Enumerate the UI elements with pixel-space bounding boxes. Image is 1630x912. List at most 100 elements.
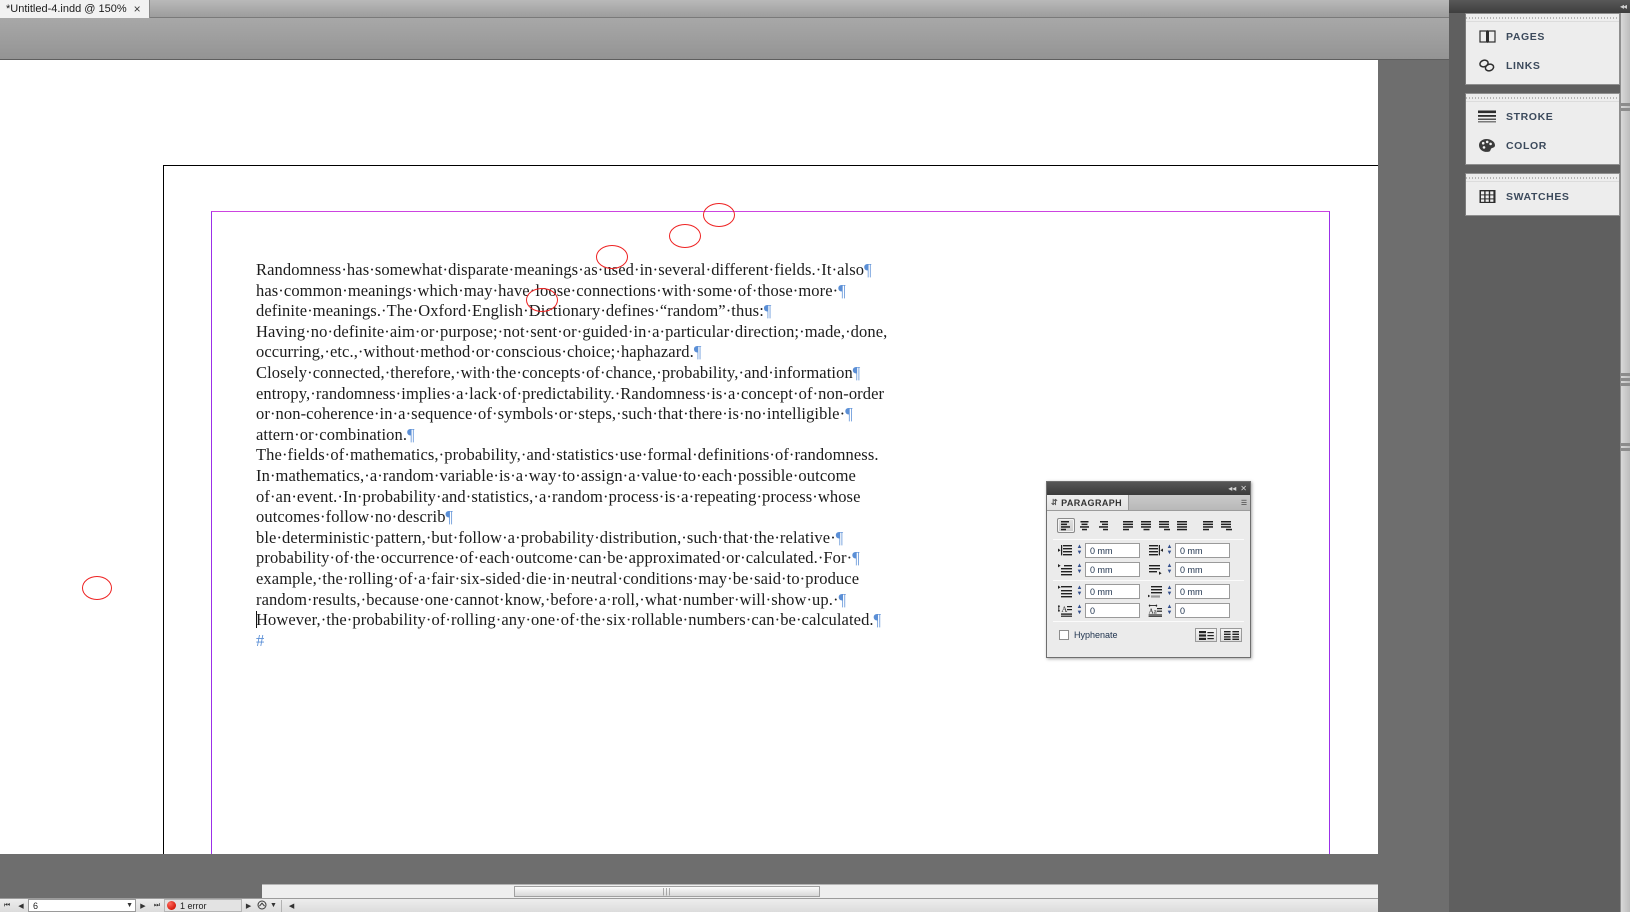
dock-item-label: COLOR [1506, 139, 1547, 152]
left-indent-stepper[interactable]: ▲ ▼ [1074, 543, 1085, 558]
justify-last-left-button[interactable] [1119, 518, 1137, 533]
paragraph-panel[interactable]: ◂◂ ✕ ⇵ PARAGRAPH ☰ ▲ ▼ 0 mm ▲ ▼ 0 mm ▲ ▼… [1046, 481, 1251, 658]
text-line-content: Having·no·definite·aim·or·purpose;·not·s… [256, 321, 888, 341]
next-page-icon[interactable]: ▶ [136, 899, 150, 912]
panel-divider [1053, 621, 1244, 622]
text-line: outcomes·follow·no·describ¶ [256, 507, 916, 528]
paragraph-panel-titlebar[interactable]: ◂◂ ✕ [1047, 482, 1250, 495]
chevron-right-icon[interactable]: ▶ [242, 899, 256, 912]
error-indicator-icon [167, 901, 176, 910]
right-indent-input[interactable]: 0 mm [1175, 543, 1230, 558]
dock-group-grip[interactable] [1466, 14, 1619, 22]
dock-item-color[interactable]: COLOR [1466, 131, 1619, 160]
drop-cap-chars-input[interactable]: 0 [1175, 603, 1230, 618]
first-line-indent-field-group[interactable]: ▲ ▼ 0 mm [1057, 562, 1140, 577]
chevron-down-icon[interactable]: ▼ [126, 902, 133, 909]
align-center-button[interactable] [1075, 518, 1093, 533]
dock-item-label: LINKS [1506, 59, 1541, 72]
right-indent-stepper[interactable]: ▲ ▼ [1164, 543, 1175, 558]
dock-scroll-rail[interactable] [1620, 13, 1630, 912]
document-tab-title: *Untitled-4.indd @ 150% [6, 3, 127, 15]
prev-page-icon[interactable]: ◀ [14, 899, 28, 912]
stroke-icon [1478, 109, 1496, 125]
last-page-icon[interactable]: ⏭ [150, 899, 164, 912]
canvas-horizontal-scrollbar[interactable]: ||| [262, 884, 1378, 898]
hyphenate-label: Hyphenate [1074, 630, 1118, 640]
collapse-panels-icon[interactable]: ◂◂ [1620, 2, 1627, 11]
drop-cap-chars-field-group[interactable]: Aa ▲ ▼ 0 [1147, 603, 1230, 618]
close-icon[interactable]: × [134, 3, 141, 15]
text-line-content: attern·or·combination. [256, 424, 408, 444]
space-after-input[interactable]: 0 mm [1175, 584, 1230, 599]
ruler-strip [0, 18, 1449, 60]
page-number-value: 6 [33, 900, 39, 911]
text-line: Randomness·has·somewhat·disparate·meanin… [256, 260, 916, 281]
dock-group-grip[interactable] [1466, 174, 1619, 182]
dock-group-grip[interactable] [1466, 94, 1619, 102]
first-page-icon[interactable]: ⏮ [0, 899, 14, 912]
text-line-content: outcomes·follow·no·describ [256, 507, 446, 527]
space-before-stepper[interactable]: ▲ ▼ [1074, 584, 1085, 599]
drop-cap-row: A ▲ ▼ 0 Aa ▲ ▼ 0 [1051, 601, 1246, 620]
text-frame[interactable]: Randomness·has·somewhat·disparate·meanin… [256, 260, 916, 651]
align-right-button[interactable] [1093, 518, 1111, 533]
right-indent-icon [1147, 543, 1164, 558]
justify-last-center-button[interactable] [1137, 518, 1155, 533]
right-indent-field-group[interactable]: ▲ ▼ 0 mm [1147, 543, 1230, 558]
rail-mark [1621, 378, 1630, 381]
dock-item-pages[interactable]: PAGES [1466, 22, 1619, 51]
align-left-button[interactable] [1057, 518, 1075, 533]
left-indent-field-group[interactable]: ▲ ▼ 0 mm [1057, 543, 1140, 558]
drop-cap-lines-field-group[interactable]: A ▲ ▼ 0 [1057, 603, 1140, 618]
dock-item-label: SWATCHES [1506, 190, 1570, 203]
drop-cap-lines-stepper[interactable]: ▲ ▼ [1074, 603, 1085, 618]
document-tab[interactable]: *Untitled-4.indd @ 150% × [0, 0, 150, 18]
page-number-field[interactable]: 6 ▼ [28, 899, 136, 912]
preflight-icon[interactable] [256, 899, 270, 912]
hyphenate-checkbox[interactable] [1059, 630, 1069, 640]
tab-paragraph[interactable]: ⇵ PARAGRAPH [1047, 495, 1130, 510]
dock-item-stroke[interactable]: STROKE [1466, 102, 1619, 131]
first-line-indent-stepper[interactable]: ▲ ▼ [1074, 562, 1085, 577]
tab-paragraph-label: PARAGRAPH [1061, 497, 1123, 508]
document-canvas[interactable]: Randomness·has·somewhat·disparate·meanin… [0, 60, 1378, 854]
align-away-spine-button[interactable] [1217, 518, 1235, 533]
last-line-indent-input[interactable]: 0 mm [1175, 562, 1230, 577]
annotation-circle [82, 576, 112, 600]
justification-button[interactable] [1195, 628, 1217, 642]
text-line-content: entropy,·randomness·implies·a·lack·of·pr… [256, 383, 885, 403]
text-line: has·common·meanings·which·may·have·loose… [256, 281, 916, 302]
indesign-window: *Untitled-4.indd @ 150% × Randomness·has… [0, 0, 1630, 912]
pilcrow-icon: ¶ [835, 527, 844, 547]
text-line-content: Randomness·has·somewhat·disparate·meanin… [256, 260, 865, 279]
chevron-down-icon[interactable]: ▼ [270, 899, 278, 912]
first-line-indent-input[interactable]: 0 mm [1085, 562, 1140, 577]
justify-all-button[interactable] [1173, 518, 1191, 533]
last-line-indent-stepper[interactable]: ▲ ▼ [1164, 562, 1175, 577]
justify-last-right-button[interactable] [1155, 518, 1173, 533]
space-before-input[interactable]: 0 mm [1085, 584, 1140, 599]
panel-menu-icon[interactable]: ☰ [1238, 495, 1250, 510]
drop-cap-chars-stepper[interactable]: ▲ ▼ [1164, 603, 1175, 618]
space-before-field-group[interactable]: ▲ ▼ 0 mm [1057, 584, 1140, 599]
hyphenate-row: Hyphenate [1051, 623, 1246, 642]
text-line: In·mathematics,·a·random·variable·is·a·w… [256, 466, 916, 487]
preflight-status[interactable]: 1 error [164, 899, 242, 912]
chevron-left-icon[interactable]: ◀ [285, 899, 299, 912]
text-line: attern·or·combination.¶ [256, 425, 916, 446]
rail-mark [1621, 443, 1630, 446]
align-toward-spine-button[interactable] [1199, 518, 1217, 533]
rail-mark [1621, 108, 1630, 111]
space-after-field-group[interactable]: ▲ ▼ 0 mm [1147, 584, 1230, 599]
pilcrow-icon: ¶ [845, 404, 853, 424]
space-after-stepper[interactable]: ▲ ▼ [1164, 584, 1175, 599]
close-icon[interactable]: ✕ [1240, 484, 1247, 493]
paragraph-rules-button[interactable] [1220, 628, 1242, 642]
collapse-icon[interactable]: ◂◂ [1228, 484, 1236, 493]
horizontal-scroll-thumb[interactable]: ||| [514, 886, 820, 897]
last-line-indent-field-group[interactable]: ▲ ▼ 0 mm [1147, 562, 1230, 577]
left-indent-input[interactable]: 0 mm [1085, 543, 1140, 558]
dock-item-links[interactable]: LINKS [1466, 51, 1619, 80]
drop-cap-lines-input[interactable]: 0 [1085, 603, 1140, 618]
dock-item-swatches[interactable]: SWATCHES [1466, 182, 1619, 211]
